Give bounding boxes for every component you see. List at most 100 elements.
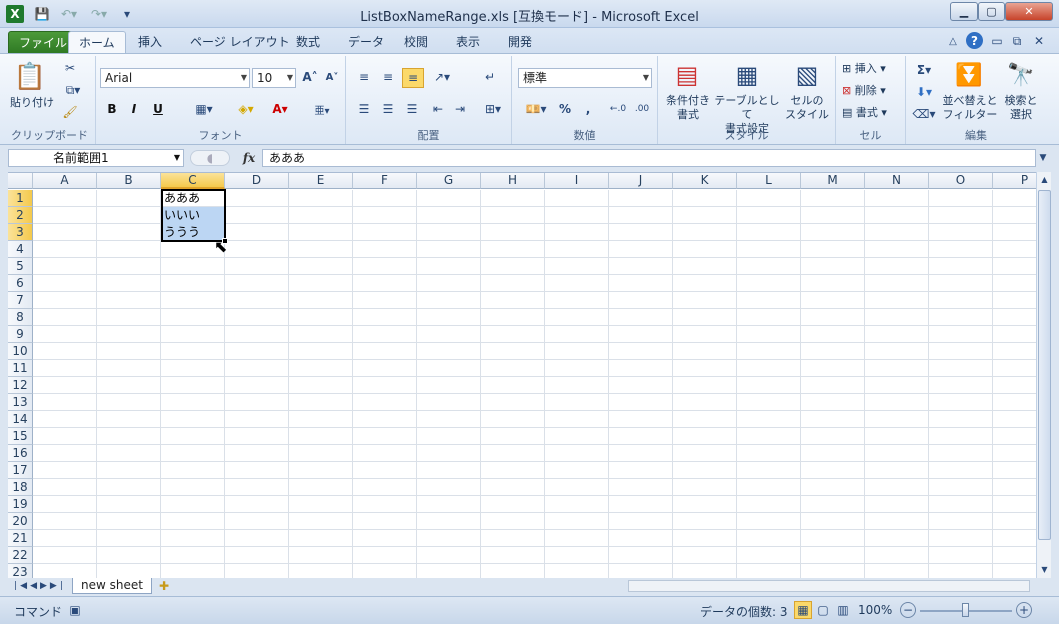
- insert-cells-button[interactable]: ⊞ 挿入 ▾: [842, 62, 902, 76]
- copy-icon[interactable]: ⧉▾: [62, 82, 84, 98]
- fill-icon[interactable]: ⬇▾: [912, 84, 936, 100]
- find-select-icon[interactable]: 🔭: [1006, 60, 1036, 90]
- cut-icon[interactable]: ✂: [62, 60, 78, 76]
- percent-button[interactable]: %: [556, 100, 574, 118]
- paste-button[interactable]: 貼り付け: [10, 96, 54, 110]
- zoom-in-icon[interactable]: +: [1016, 602, 1032, 618]
- row-header[interactable]: 18: [8, 479, 33, 496]
- page-layout-view-icon[interactable]: ▢: [814, 601, 832, 619]
- column-header[interactable]: N: [865, 173, 929, 189]
- column-header[interactable]: O: [929, 173, 993, 189]
- column-header[interactable]: D: [225, 173, 289, 189]
- sort-filter-icon[interactable]: ⏬: [954, 60, 984, 90]
- row-header[interactable]: 9: [8, 326, 33, 343]
- align-left-icon[interactable]: ☰: [354, 100, 374, 118]
- column-header[interactable]: H: [481, 173, 545, 189]
- shrink-font-icon[interactable]: A˅: [324, 68, 340, 86]
- row-header[interactable]: 13: [8, 394, 33, 411]
- comma-button[interactable]: ,: [580, 100, 596, 118]
- cell-styles-icon[interactable]: ▧: [792, 60, 822, 90]
- column-header[interactable]: M: [801, 173, 865, 189]
- worksheet-grid[interactable]: ABCDEFGHIJKLMNOP 1 2 3 4 5 6 7 8 9 10 11 12 13 14 15 16…: [8, 172, 1036, 578]
- row-header[interactable]: 20: [8, 513, 33, 530]
- autosum-icon[interactable]: Σ▾: [912, 62, 936, 78]
- row-header[interactable]: 17: [8, 462, 33, 479]
- macro-record-icon[interactable]: ▣: [66, 602, 84, 618]
- conditional-formatting-button[interactable]: 条件付き 書式: [660, 94, 716, 122]
- column-header[interactable]: P: [993, 173, 1036, 189]
- column-header[interactable]: L: [737, 173, 801, 189]
- column-header[interactable]: I: [545, 173, 609, 189]
- horizontal-scrollbar[interactable]: [628, 580, 1030, 592]
- close-button[interactable]: ✕: [1005, 2, 1053, 21]
- font-color-icon[interactable]: A▾: [268, 100, 292, 118]
- minimize-button[interactable]: ▁: [950, 2, 978, 21]
- column-header[interactable]: J: [609, 173, 673, 189]
- row-header[interactable]: 3: [8, 224, 33, 241]
- align-right-icon[interactable]: ☰: [402, 100, 422, 118]
- row-header[interactable]: 6: [8, 275, 33, 292]
- row-header[interactable]: 8: [8, 309, 33, 326]
- tab-review[interactable]: 校閲: [394, 31, 438, 54]
- decrease-indent-icon[interactable]: ⇤: [428, 100, 448, 118]
- row-header[interactable]: 15: [8, 428, 33, 445]
- row-header[interactable]: 14: [8, 411, 33, 428]
- zoom-slider-thumb[interactable]: [962, 603, 969, 617]
- sheet-tab-new-sheet[interactable]: new sheet: [72, 578, 152, 594]
- borders-icon[interactable]: ▦▾: [192, 100, 216, 118]
- clear-icon[interactable]: ⌫▾: [912, 106, 936, 122]
- row-header[interactable]: 23: [8, 564, 33, 578]
- zoom-level[interactable]: 100%: [858, 603, 892, 617]
- italic-button[interactable]: I: [126, 100, 142, 118]
- format-painter-icon[interactable]: 🖌: [62, 104, 78, 120]
- merge-center-icon[interactable]: ⊞▾: [480, 100, 506, 118]
- row-header[interactable]: 21: [8, 530, 33, 547]
- increase-decimal-icon[interactable]: ←.0: [608, 100, 628, 118]
- vertical-scrollbar[interactable]: ▲ ▼: [1036, 172, 1051, 578]
- page-break-view-icon[interactable]: ▥: [834, 601, 852, 619]
- increase-indent-icon[interactable]: ⇥: [450, 100, 470, 118]
- cell-styles-button[interactable]: セルの スタイル: [782, 94, 832, 122]
- bold-button[interactable]: B: [104, 100, 120, 118]
- tab-developer[interactable]: 開発: [498, 31, 542, 54]
- tab-insert[interactable]: 挿入: [128, 31, 172, 54]
- row-header[interactable]: 4: [8, 241, 33, 258]
- maximize-button[interactable]: ▢: [978, 2, 1005, 21]
- format-as-table-icon[interactable]: ▦: [732, 60, 762, 90]
- column-header[interactable]: F: [353, 173, 417, 189]
- new-sheet-icon[interactable]: ✚: [156, 579, 172, 593]
- help-icon[interactable]: ?: [966, 32, 983, 49]
- tab-view[interactable]: 表示: [446, 31, 490, 54]
- chevron-down-icon[interactable]: ▼: [174, 150, 180, 166]
- insert-function-button[interactable]: fx: [240, 150, 258, 166]
- column-header[interactable]: G: [417, 173, 481, 189]
- minimize-ribbon-icon[interactable]: △: [946, 34, 960, 48]
- number-format-select[interactable]: 標準 ▼: [518, 68, 652, 88]
- tab-home[interactable]: ホーム: [68, 31, 126, 54]
- row-header[interactable]: 19: [8, 496, 33, 513]
- select-all-button[interactable]: [8, 173, 33, 189]
- doc-close-icon[interactable]: ✕: [1032, 34, 1046, 48]
- font-size-select[interactable]: 10 ▼: [252, 68, 296, 88]
- paste-icon[interactable]: 📋: [14, 60, 46, 94]
- column-header[interactable]: E: [289, 173, 353, 189]
- align-center-icon[interactable]: ☰: [378, 100, 398, 118]
- decrease-decimal-icon[interactable]: .00: [632, 100, 652, 118]
- normal-view-icon[interactable]: ▦: [794, 601, 812, 619]
- column-header[interactable]: K: [673, 173, 737, 189]
- formula-handle-icon[interactable]: ◖: [190, 150, 230, 166]
- expand-formula-icon[interactable]: ▼: [1036, 150, 1050, 166]
- scroll-down-icon[interactable]: ▼: [1038, 562, 1051, 576]
- tab-page-layout[interactable]: ページ レイアウト: [180, 31, 300, 54]
- row-header[interactable]: 12: [8, 377, 33, 394]
- row-header[interactable]: 22: [8, 547, 33, 564]
- formula-input[interactable]: あああ: [262, 149, 1036, 167]
- row-header[interactable]: 2: [8, 207, 33, 224]
- font-name-select[interactable]: Arial ▼: [100, 68, 250, 88]
- align-top-icon[interactable]: ≡: [354, 68, 374, 86]
- grow-font-icon[interactable]: A˄: [302, 68, 318, 86]
- scroll-thumb[interactable]: [1038, 190, 1051, 540]
- conditional-formatting-icon[interactable]: ▤: [672, 60, 702, 90]
- column-header[interactable]: C: [161, 173, 225, 189]
- doc-restore-icon[interactable]: ⧉: [1010, 34, 1024, 48]
